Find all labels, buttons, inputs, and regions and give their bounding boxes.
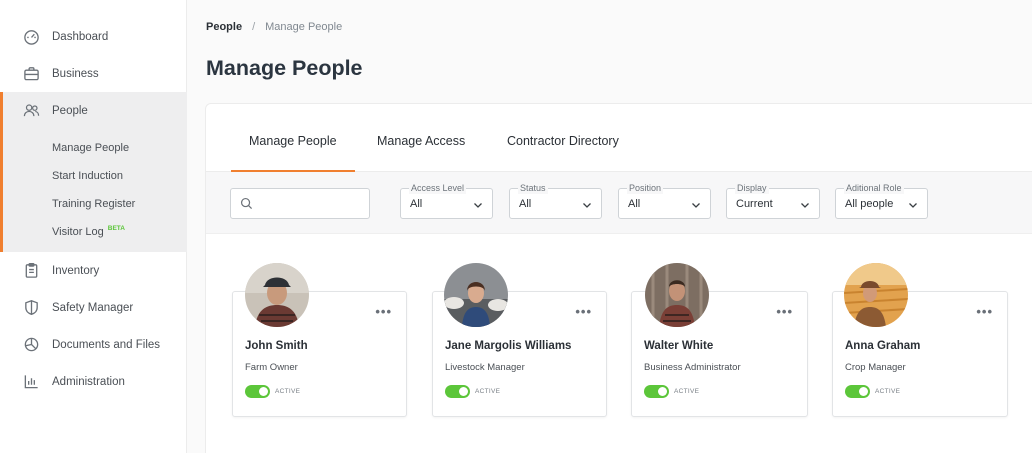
person-role: Business Administrator: [644, 362, 741, 373]
select-legend: Status: [518, 182, 548, 194]
sidebar-item-label: People: [52, 104, 88, 117]
sidebar-item-label: Inventory: [52, 264, 100, 277]
chevron-down-icon: [690, 198, 702, 210]
chevron-down-icon: [907, 198, 919, 210]
active-toggle[interactable]: [845, 385, 870, 398]
person-name: Anna Graham: [845, 340, 921, 352]
page-title: Manage People: [206, 56, 363, 80]
sidebar-item-label: Safety Manager: [52, 301, 134, 314]
sidebar-item-administration[interactable]: Administration: [0, 363, 187, 400]
search-icon: [240, 197, 253, 210]
person-name: John Smith: [245, 340, 308, 352]
more-options-icon[interactable]: •••: [375, 305, 392, 318]
people-panel: Manage People Manage Access Contractor D…: [205, 103, 1032, 453]
person-name: Walter White: [644, 340, 714, 352]
chevron-down-icon: [581, 198, 593, 210]
more-options-icon[interactable]: •••: [976, 305, 993, 318]
chevron-down-icon: [799, 198, 811, 210]
tab-manage-people[interactable]: Manage People: [249, 134, 337, 148]
person-role: Crop Manager: [845, 362, 906, 373]
tab-manage-access[interactable]: Manage Access: [377, 134, 465, 148]
sidebar-people-section: People Manage People Start Induction Tra…: [0, 92, 187, 252]
search-input[interactable]: [230, 188, 370, 219]
tab-contractor-directory[interactable]: Contractor Directory: [507, 134, 619, 148]
people-icon: [22, 102, 40, 120]
sidebar-subitem-label: Visitor Log: [52, 226, 104, 238]
status-label: ACTIVE: [475, 388, 501, 395]
more-options-icon[interactable]: •••: [575, 305, 592, 318]
select-value: All people: [845, 198, 894, 210]
sidebar-item-people[interactable]: People: [0, 92, 187, 129]
select-value: All: [410, 198, 423, 210]
active-toggle[interactable]: [245, 385, 270, 398]
select-value: All: [628, 198, 641, 210]
active-toggle[interactable]: [644, 385, 669, 398]
breadcrumb-separator: /: [252, 21, 256, 33]
shield-icon: [22, 299, 40, 317]
sidebar-item-safety-manager[interactable]: Safety Manager: [0, 289, 187, 326]
sidebar-subitem-visitor-log[interactable]: Visitor Log BETA: [52, 224, 125, 240]
filter-bar: Access Level All Status All Position All…: [206, 172, 1032, 234]
display-select[interactable]: Display Current: [726, 182, 820, 219]
person-role: Livestock Manager: [445, 362, 525, 373]
briefcase-icon: [22, 65, 40, 83]
status-label: ACTIVE: [275, 388, 301, 395]
select-legend: Aditional Role: [844, 182, 904, 194]
active-toggle[interactable]: [445, 385, 470, 398]
sidebar-item-label: Dashboard: [52, 30, 109, 43]
avatar: [844, 263, 908, 327]
sidebar-item-inventory[interactable]: Inventory: [0, 252, 187, 289]
select-legend: Access Level: [409, 182, 467, 194]
sidebar: Dashboard Business People Manage People …: [0, 0, 187, 453]
documents-icon: [22, 336, 40, 354]
sidebar-item-dashboard[interactable]: Dashboard: [0, 18, 187, 55]
breadcrumb-current: Manage People: [265, 21, 343, 33]
sidebar-item-label: Documents and Files: [52, 338, 161, 351]
access-level-select[interactable]: Access Level All: [400, 182, 493, 219]
sidebar-item-business[interactable]: Business: [0, 55, 187, 92]
select-value: Current: [736, 198, 773, 210]
person-name: Jane Margolis Williams: [445, 340, 572, 352]
status-select[interactable]: Status All: [509, 182, 602, 219]
sidebar-item-label: Administration: [52, 375, 125, 388]
sidebar-item-label: Business: [52, 67, 99, 80]
avatar: [645, 263, 709, 327]
avatar: [245, 263, 309, 327]
main-content: People / Manage People Manage People Man…: [187, 0, 1032, 453]
more-options-icon[interactable]: •••: [776, 305, 793, 318]
sidebar-subitem-start-induction[interactable]: Start Induction: [52, 168, 123, 184]
sidebar-subitem-training-register[interactable]: Training Register: [52, 196, 135, 212]
chevron-down-icon: [472, 198, 484, 210]
select-legend: Display: [735, 182, 769, 194]
status-label: ACTIVE: [875, 388, 901, 395]
breadcrumb-root[interactable]: People: [206, 21, 242, 33]
sidebar-item-documents[interactable]: Documents and Files: [0, 326, 187, 363]
position-select[interactable]: Position All: [618, 182, 711, 219]
select-value: All: [519, 198, 532, 210]
person-role: Farm Owner: [245, 362, 298, 373]
beta-badge: BETA: [107, 225, 125, 232]
clipboard-icon: [22, 262, 40, 280]
breadcrumb: People / Manage People: [206, 21, 342, 33]
sidebar-subitem-manage-people[interactable]: Manage People: [52, 140, 129, 156]
additional-role-select[interactable]: Aditional Role All people: [835, 182, 928, 219]
gauge-icon: [22, 28, 40, 46]
status-label: ACTIVE: [674, 388, 700, 395]
avatar: [444, 263, 508, 327]
select-legend: Position: [627, 182, 664, 194]
tab-bar: Manage People Manage Access Contractor D…: [206, 104, 1032, 172]
bar-chart-icon: [22, 373, 40, 391]
